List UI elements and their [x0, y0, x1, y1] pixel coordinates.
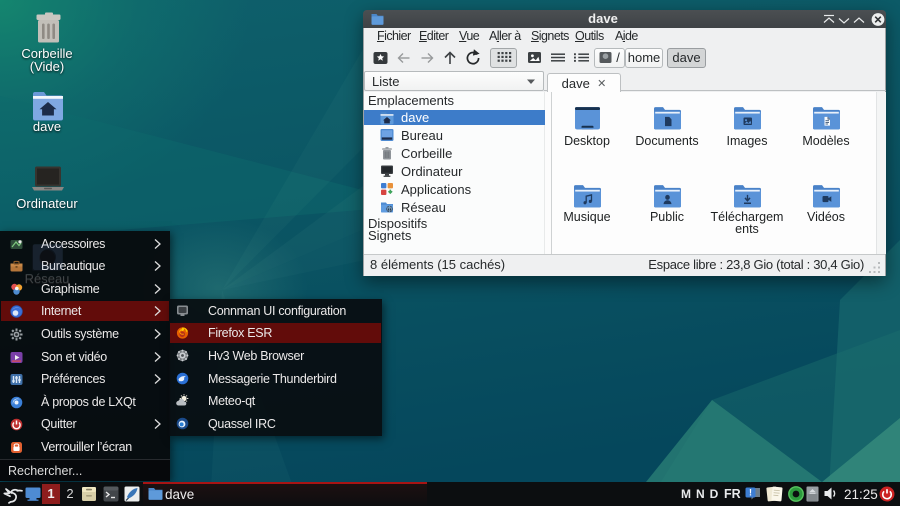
svg-text:!: ! — [749, 488, 752, 498]
